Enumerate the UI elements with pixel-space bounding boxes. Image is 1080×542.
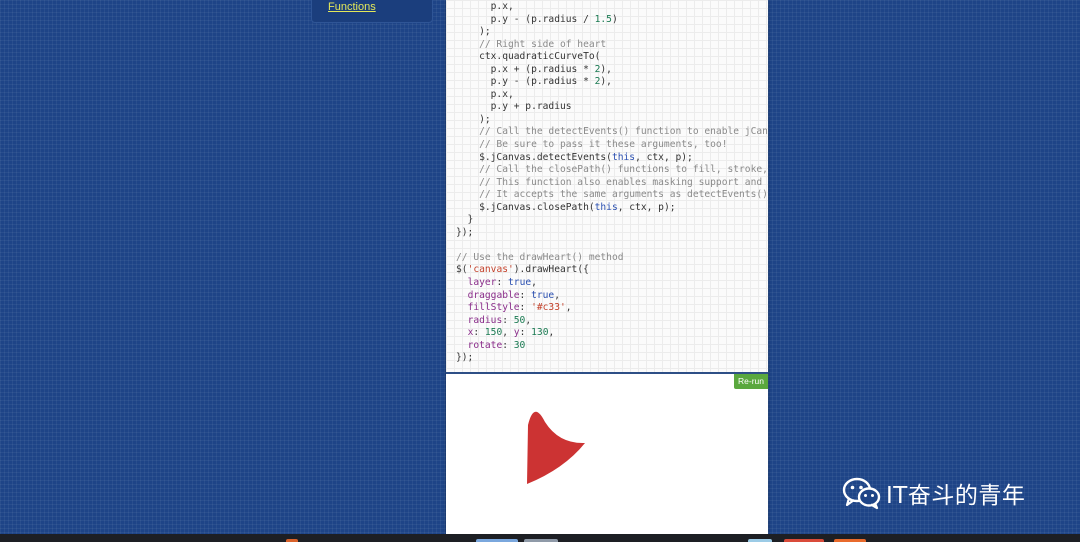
code-line: p.y + p.radius — [456, 101, 572, 113]
rerun-button[interactable]: Re-run — [734, 374, 768, 389]
code-line: p.x, — [456, 1, 514, 12]
heart-shape[interactable] — [527, 411, 585, 484]
code-block: p.x, p.y - (p.radius / 1.5) ); // Right … — [456, 1, 768, 365]
code-example-panel: p.x, p.y - (p.radius / 1.5) ); // Right … — [446, 0, 768, 534]
taskbar — [0, 534, 1080, 542]
code-line: rotate: 30 — [467, 339, 526, 351]
heart-canvas — [527, 411, 585, 484]
code-line: p.y - (p.radius / 1.5) — [456, 13, 618, 25]
code-line: ); — [456, 113, 491, 125]
wechat-icon — [842, 477, 881, 510]
code-line: ctx.quadraticCurveTo( — [456, 51, 601, 63]
sidebar-link-functions[interactable]: Functions — [328, 1, 376, 13]
code-editor[interactable]: p.x, p.y - (p.radius / 1.5) ); // Right … — [446, 0, 768, 372]
watermark-text: IT奋斗的青年 — [886, 483, 1026, 509]
code-line: draggable: true, — [467, 289, 560, 301]
code-line: radius: 50, — [467, 314, 532, 326]
canvas-output[interactable]: Re-run — [446, 374, 768, 534]
code-line: p.x, — [456, 88, 514, 100]
code-line: // Be sure to pass it these arguments, t… — [456, 139, 728, 151]
code-line: p.y - (p.radius * 2), — [456, 76, 612, 88]
code-line: ); — [456, 26, 491, 38]
sidebar-panel: Functions — [311, 0, 433, 23]
code-line: }); — [456, 352, 474, 364]
code-line: x: 150, y: 130, — [467, 327, 555, 339]
code-line: } — [456, 214, 474, 226]
code-line: // Call the detectEvents() function to e… — [456, 126, 768, 138]
code-line: // Use the drawHeart() method — [456, 251, 624, 263]
code-line: // Right side of heart — [456, 38, 607, 50]
code-line: $('canvas').drawHeart({ — [456, 264, 589, 276]
code-line: // This function also enables masking su… — [456, 176, 768, 188]
code-line: p.x + (p.radius * 2), — [456, 63, 612, 75]
code-line: layer: true, — [467, 277, 537, 289]
code-line: $.jCanvas.closePath(this, ctx, p); — [456, 201, 676, 213]
code-line: // It accepts the same arguments as dete… — [456, 189, 768, 201]
code-line: }); — [456, 226, 474, 238]
code-line: // Call the closePath() functions to fil… — [456, 164, 768, 176]
wechat-watermark: IT奋斗的青年 — [842, 476, 1025, 510]
code-line: fillStyle: '#c33', — [467, 302, 572, 314]
code-line: $.jCanvas.detectEvents(this, ctx, p); — [456, 151, 693, 163]
